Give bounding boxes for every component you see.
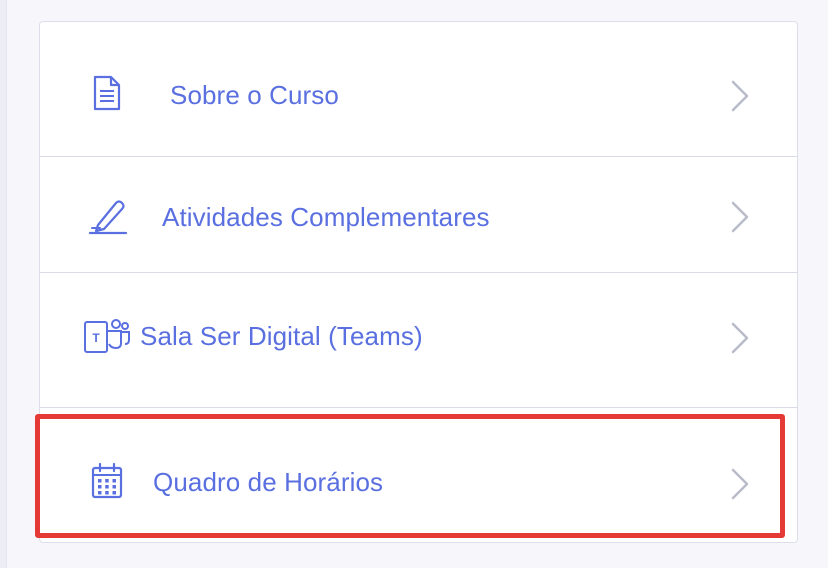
pencil-icon [86, 197, 130, 235]
chevron-right-icon [731, 201, 749, 233]
menu-item-quadro-de-horarios[interactable]: Quadro de Horários [40, 408, 797, 542]
menu-item-sala-ser-digital[interactable]: T Sala Ser Digital (Teams) [40, 273, 797, 407]
calendar-icon [90, 462, 124, 500]
menu-item-sobre-o-curso[interactable]: Sobre o Curso [40, 22, 797, 156]
chevron-right-icon [731, 322, 749, 354]
chevron-right-icon [731, 80, 749, 112]
svg-text:T: T [92, 331, 100, 345]
teams-icon: T [83, 317, 131, 355]
page: Sobre o Curso Atividades Complementares [0, 0, 828, 568]
menu-item-label: Quadro de Horários [153, 467, 384, 497]
menu-item-atividades-complementares[interactable]: Atividades Complementares [40, 157, 797, 272]
course-menu-card: Sobre o Curso Atividades Complementares [39, 21, 798, 543]
menu-item-label: Atividades Complementares [162, 202, 490, 232]
document-icon [90, 74, 124, 112]
chevron-right-icon [731, 468, 749, 500]
left-panel-edge [0, 0, 7, 568]
menu-item-label: Sala Ser Digital (Teams) [140, 321, 423, 351]
menu-item-label: Sobre o Curso [170, 80, 339, 110]
